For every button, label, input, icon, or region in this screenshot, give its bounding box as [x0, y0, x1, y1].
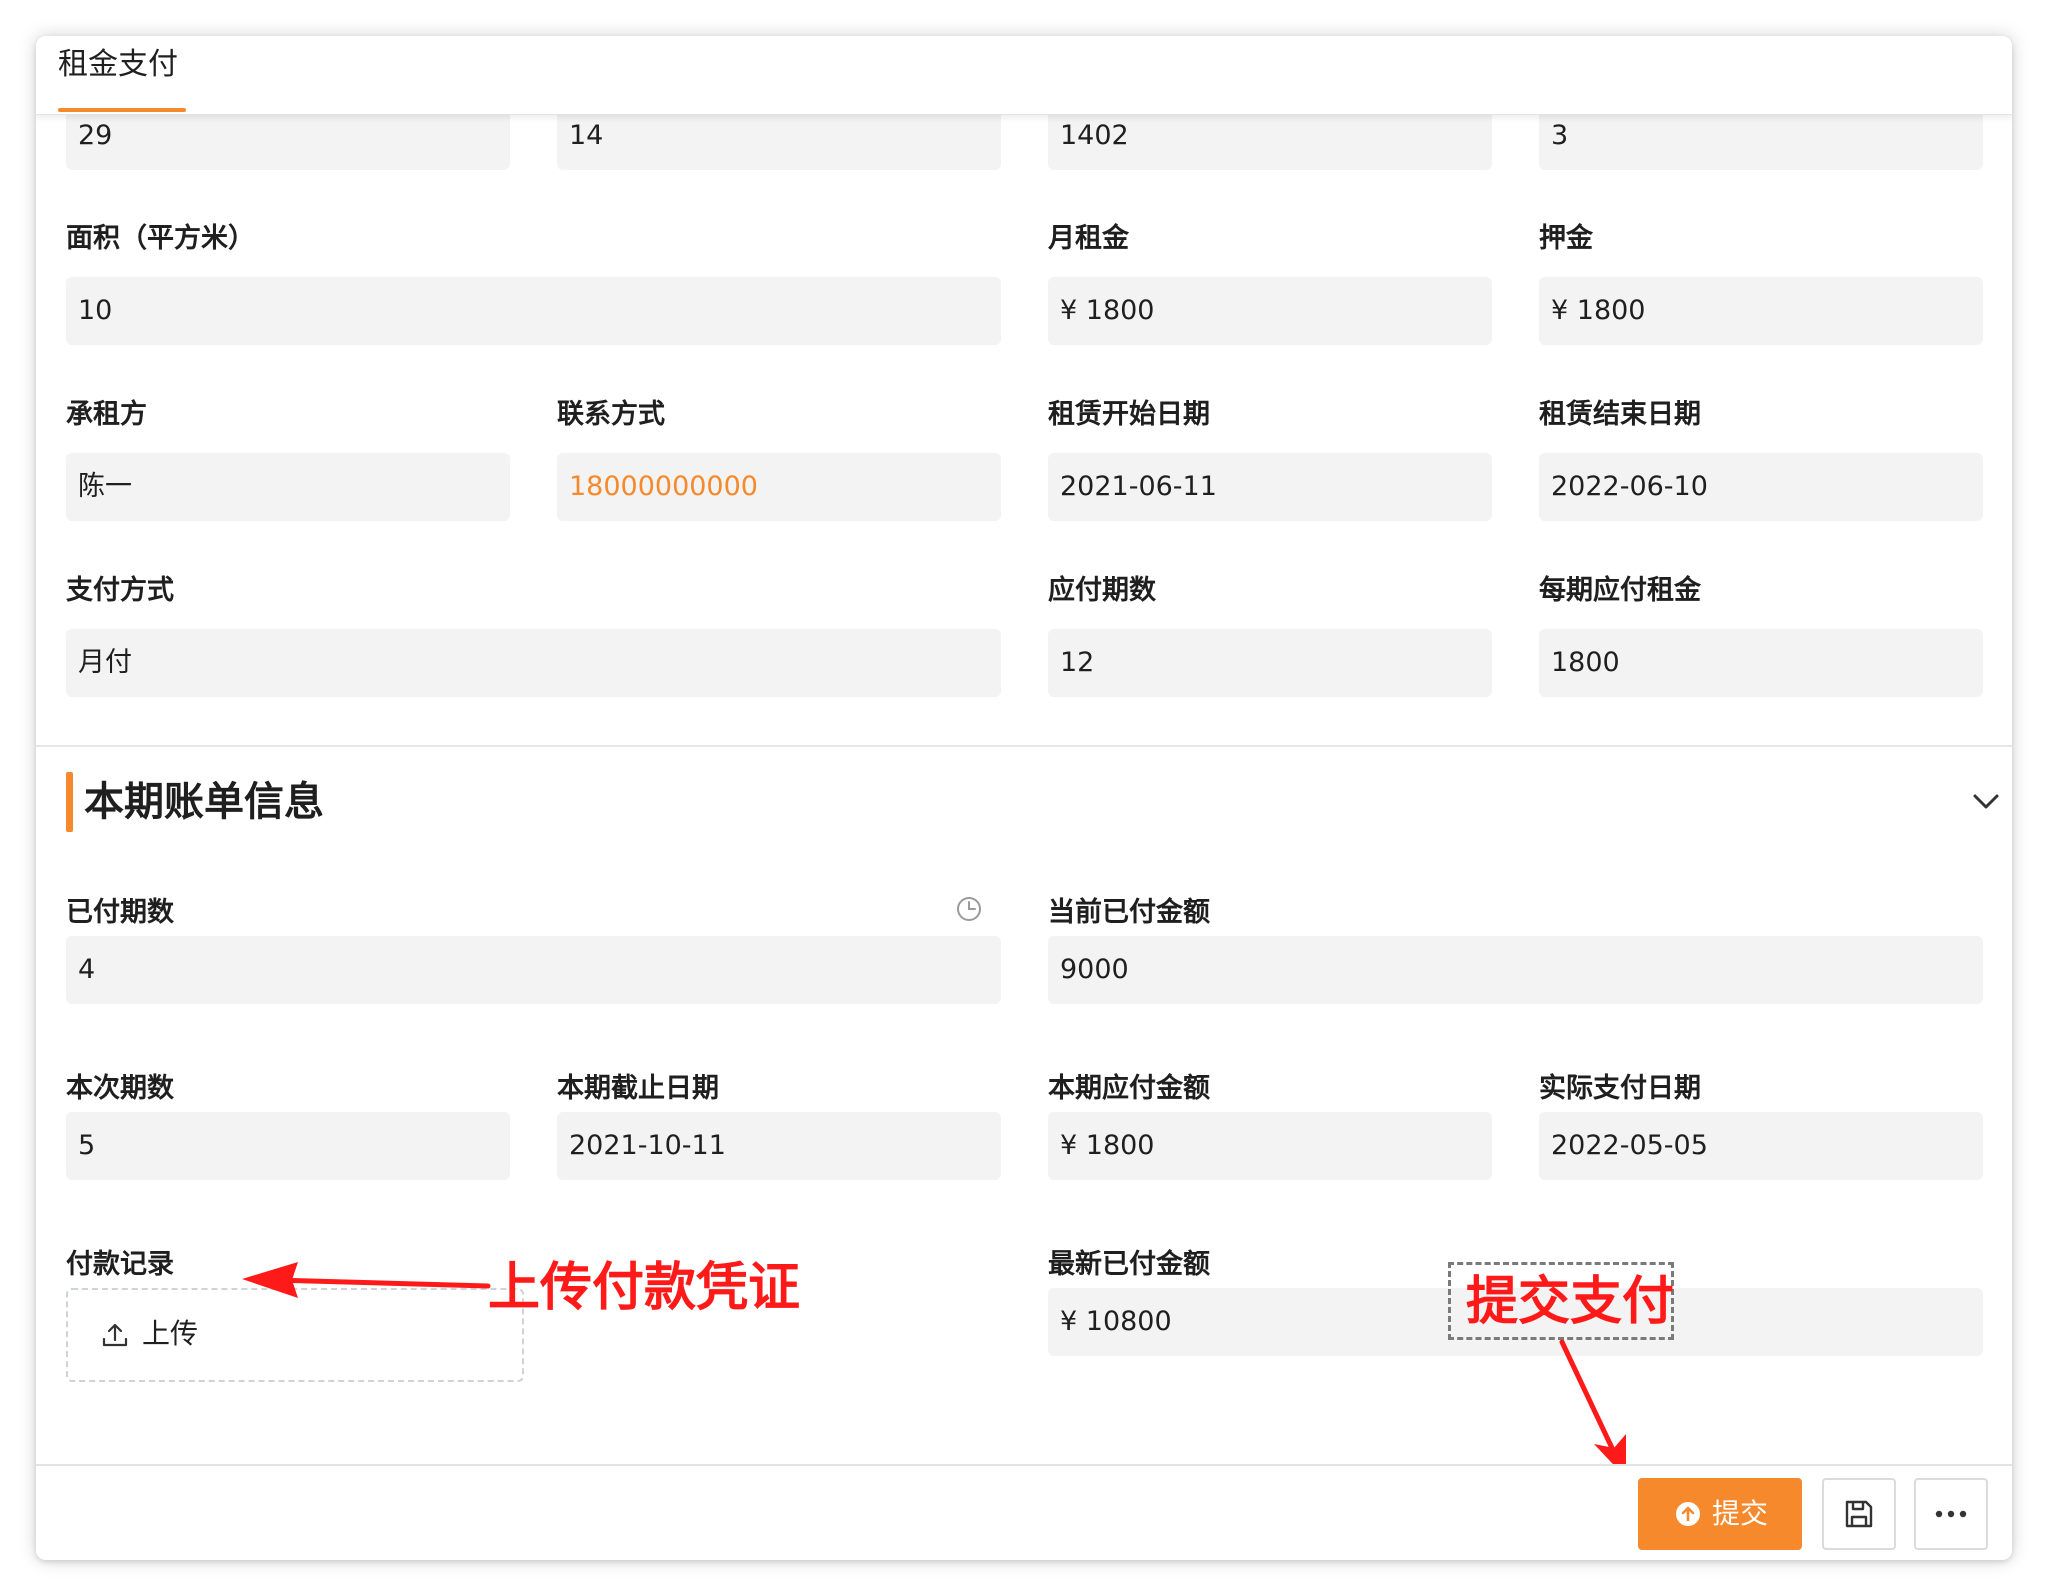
paid-amount-field[interactable]: 9000 — [1048, 936, 1983, 1004]
more-dots-icon — [1935, 1510, 1967, 1518]
lease-start-field[interactable]: 2021-06-11 — [1048, 453, 1492, 521]
contact-label: 联系方式 — [557, 399, 665, 430]
periods-due-field[interactable]: 12 — [1048, 629, 1492, 697]
deposit-label: 押金 — [1539, 223, 1593, 254]
due-date-label: 本期截止日期 — [557, 1073, 719, 1104]
more-button[interactable] — [1914, 1478, 1988, 1550]
monthly-rent-field[interactable]: ¥ 1800 — [1048, 277, 1492, 345]
amount-due-label: 本期应付金额 — [1048, 1073, 1210, 1104]
arrow-up-circle-icon — [1674, 1500, 1702, 1528]
lease-end-field[interactable]: 2022-06-10 — [1539, 453, 1983, 521]
payment-method-field[interactable]: 月付 — [66, 629, 1001, 697]
contact-phone-link[interactable]: 18000000000 — [557, 453, 1001, 521]
top-row-field-2[interactable]: 14 — [557, 114, 1001, 170]
lease-start-label: 租赁开始日期 — [1048, 399, 1210, 430]
save-icon — [1845, 1500, 1873, 1528]
submit-button[interactable]: 提交 — [1638, 1478, 1802, 1550]
latest-paid-label: 最新已付金额 — [1048, 1249, 1210, 1280]
due-date-field[interactable]: 2021-10-11 — [557, 1112, 1001, 1180]
tab-bar: 租金支付 — [36, 36, 2012, 115]
tenant-field[interactable]: 陈一 — [66, 453, 510, 521]
lease-end-label: 租赁结束日期 — [1539, 399, 1701, 430]
upload-icon — [100, 1320, 130, 1350]
actual-pay-date-label: 实际支付日期 — [1539, 1073, 1701, 1104]
area-label: 面积（平方米） — [66, 223, 255, 254]
payment-record-label: 付款记录 — [66, 1249, 174, 1280]
rent-payment-window: 租金支付 29 14 1402 3 面积（平方米） 10 月租金 ¥ 1800 … — [36, 36, 2012, 1560]
paid-amount-label: 当前已付金额 — [1048, 897, 1210, 928]
tab-rent-payment[interactable]: 租金支付 — [58, 38, 178, 92]
upload-annotation-arrow — [242, 1262, 491, 1298]
amount-due-field[interactable]: ¥ 1800 — [1048, 1112, 1492, 1180]
section-accent-bar — [66, 772, 73, 832]
current-period-label: 本次期数 — [66, 1073, 174, 1104]
active-tab-indicator — [58, 108, 186, 112]
payment-method-label: 支付方式 — [66, 575, 174, 606]
upload-annotation: 上传付款凭证 — [488, 1258, 801, 1318]
save-button[interactable] — [1822, 1478, 1896, 1550]
top-row-field-1[interactable]: 29 — [66, 114, 510, 170]
top-row-field-3[interactable]: 1402 — [1048, 114, 1492, 170]
submit-annotation: 提交支付 — [1466, 1272, 1675, 1332]
periods-due-label: 应付期数 — [1048, 575, 1156, 606]
paid-periods-label: 已付期数 — [66, 897, 174, 928]
current-period-field[interactable]: 5 — [66, 1112, 510, 1180]
rent-per-period-field[interactable]: 1800 — [1539, 629, 1983, 697]
paid-periods-field[interactable]: 4 — [66, 936, 1001, 1004]
section-divider — [36, 745, 2012, 747]
top-row-field-4[interactable]: 3 — [1539, 114, 1983, 170]
actual-pay-date-field[interactable]: 2022-05-05 — [1539, 1112, 1983, 1180]
rent-per-period-label: 每期应付租金 — [1539, 575, 1701, 606]
deposit-field[interactable]: ¥ 1800 — [1539, 277, 1983, 345]
history-icon[interactable] — [954, 894, 984, 924]
chevron-down-icon[interactable] — [1966, 782, 2006, 822]
submit-label: 提交 — [1712, 1497, 1769, 1530]
monthly-rent-label: 月租金 — [1048, 223, 1129, 254]
upload-label: 上传 — [142, 1317, 199, 1350]
bill-section-title: 本期账单信息 — [84, 779, 324, 825]
area-field[interactable]: 10 — [66, 277, 1001, 345]
tenant-label: 承租方 — [66, 399, 147, 430]
